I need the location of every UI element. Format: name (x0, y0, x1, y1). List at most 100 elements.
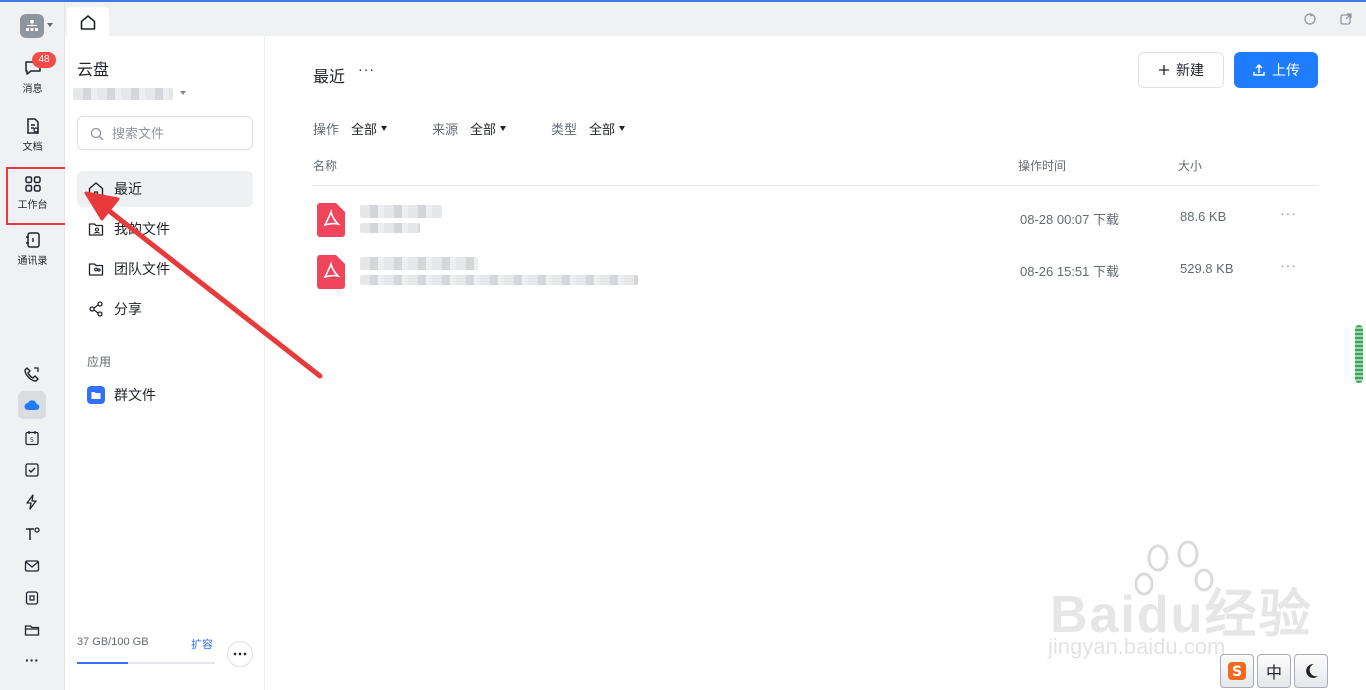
ime-mode-toggle[interactable]: 中 (1257, 654, 1291, 688)
rail-item-calendar[interactable]: 5 (20, 426, 44, 450)
redacted-file-name (360, 257, 478, 270)
filter-value[interactable]: 全部 (351, 119, 377, 138)
rail-item-call[interactable] (20, 362, 44, 386)
header-divider (312, 185, 1318, 186)
rail-item-meeting[interactable] (20, 522, 44, 546)
column-header-size[interactable]: 大小 (1178, 157, 1202, 174)
mail-icon (24, 560, 40, 572)
file-search-box[interactable] (77, 116, 253, 150)
rail-item-docs[interactable]: 文档 (0, 116, 65, 168)
filter-label: 来源 (432, 122, 459, 137)
rail-item-folder[interactable] (20, 618, 44, 642)
folder-icon (24, 625, 40, 636)
file-operation-time: 08-28 00:07 下载 (1020, 212, 1120, 227)
group-files-icon (87, 386, 105, 404)
filter-value[interactable]: 全部 (589, 119, 615, 138)
file-operation-time: 08-26 15:51 下载 (1020, 264, 1120, 279)
pdf-file-icon (317, 203, 345, 237)
storage-progress-bar (77, 662, 215, 664)
filter-operation[interactable]: 操作 全部 (313, 119, 388, 138)
caret-down-icon (500, 126, 507, 131)
storage-progress-fill (77, 662, 129, 664)
filter-type[interactable]: 类型 全部 (551, 119, 626, 138)
rail-item-approval[interactable] (20, 490, 44, 514)
rail-more-button[interactable]: ··· (20, 648, 44, 672)
scrollbar-handle[interactable] (1355, 325, 1363, 383)
filter-source[interactable]: 来源 全部 (432, 119, 507, 138)
search-input[interactable] (112, 117, 248, 149)
file-more-button[interactable]: ··· (1280, 205, 1297, 221)
org-switcher-icon[interactable] (20, 14, 44, 38)
sidebar-item-label: 最近 (114, 181, 142, 197)
home-icon (80, 15, 96, 30)
sidebar-item-label: 我的文件 (114, 221, 170, 237)
filter-value[interactable]: 全部 (470, 119, 496, 138)
rail-item-cloud-drive[interactable] (18, 391, 46, 419)
contacts-icon (25, 232, 40, 248)
caret-down-icon (619, 126, 626, 131)
rail-label-messages: 消息 (22, 84, 43, 95)
account-caret-icon[interactable] (180, 91, 186, 95)
org-caret-icon[interactable] (47, 23, 53, 27)
rail-item-messages[interactable]: 48 消息 (0, 52, 65, 110)
new-button-label: 新建 (1176, 62, 1204, 78)
upload-icon (1253, 63, 1265, 76)
tools-icon (26, 527, 40, 540)
ime-moon-icon[interactable] (1294, 654, 1328, 688)
upload-button[interactable]: 上传 (1234, 52, 1318, 88)
refresh-icon[interactable] (1303, 12, 1317, 26)
document-icon (26, 118, 39, 134)
share-icon (89, 301, 103, 317)
home-icon (88, 182, 104, 197)
book-icon (25, 591, 39, 605)
rail-item-contacts[interactable]: 通讯录 (0, 230, 65, 282)
page-title: 最近 (313, 69, 346, 86)
expand-storage-link[interactable]: 扩容 (191, 636, 213, 652)
sidebar-item-share[interactable]: 分享 (77, 291, 253, 327)
rail-item-tasks[interactable] (20, 458, 44, 482)
file-row[interactable]: 08-28 00:07 下载 88.6 KB ··· (312, 203, 1318, 255)
svg-text:5: 5 (30, 436, 34, 444)
rail-label-docs: 文档 (22, 142, 43, 153)
cloud-icon (24, 400, 40, 411)
sidebar-item-label: 群文件 (114, 387, 156, 403)
sidebar-item-my-files[interactable]: 我的文件 (77, 211, 253, 247)
file-row[interactable]: 08-26 15:51 下载 529.8 KB ··· (312, 255, 1318, 307)
sidebar-item-team-files[interactable]: 团队文件 (77, 251, 253, 287)
svg-text:S: S (1232, 664, 1242, 680)
sidebar-item-recent[interactable]: 最近 (77, 171, 253, 207)
watermark-url: jingyan.baidu.com (1048, 634, 1226, 659)
checkbox-icon (25, 463, 39, 477)
filter-label: 操作 (313, 122, 340, 137)
tab-home[interactable] (67, 6, 109, 38)
redacted-file-name (360, 205, 442, 218)
sidebar-more-button[interactable] (227, 641, 253, 667)
sidebar-item-label: 团队文件 (114, 261, 170, 277)
team-folder-icon (88, 263, 104, 276)
column-header-time[interactable]: 操作时间 (1018, 157, 1066, 174)
column-header-name[interactable]: 名称 (313, 157, 337, 174)
pdf-file-icon (317, 255, 345, 289)
tab-bar (65, 2, 1366, 38)
open-window-icon[interactable] (1339, 12, 1353, 26)
new-button[interactable]: 新建 (1138, 52, 1224, 88)
file-more-button[interactable]: ··· (1280, 257, 1297, 273)
phone-icon (24, 367, 39, 382)
rail-item-wiki[interactable] (20, 586, 44, 610)
calendar-icon: 5 (25, 431, 39, 446)
user-folder-icon (88, 223, 104, 236)
filter-label: 类型 (551, 122, 578, 137)
storage-usage-text: 37 GB/100 GB (77, 636, 149, 648)
upload-button-label: 上传 (1272, 62, 1300, 78)
title-more-button[interactable]: ··· (358, 61, 375, 77)
file-size: 529.8 KB (1180, 261, 1234, 276)
apps-section-label: 应用 (87, 355, 112, 369)
cloud-drive-sidebar: 云盘 最近 我的文件 团队文件 分享 应用 群文件 37 GB/100 GB 扩… (65, 36, 265, 690)
redacted-file-path (360, 223, 420, 233)
redacted-file-path (360, 275, 638, 285)
plus-icon (1159, 65, 1169, 75)
ime-sogou-icon[interactable]: S (1220, 654, 1254, 688)
rail-item-mail[interactable] (20, 554, 44, 578)
lightning-icon (26, 494, 37, 510)
sidebar-item-group-files[interactable]: 群文件 (77, 377, 253, 413)
